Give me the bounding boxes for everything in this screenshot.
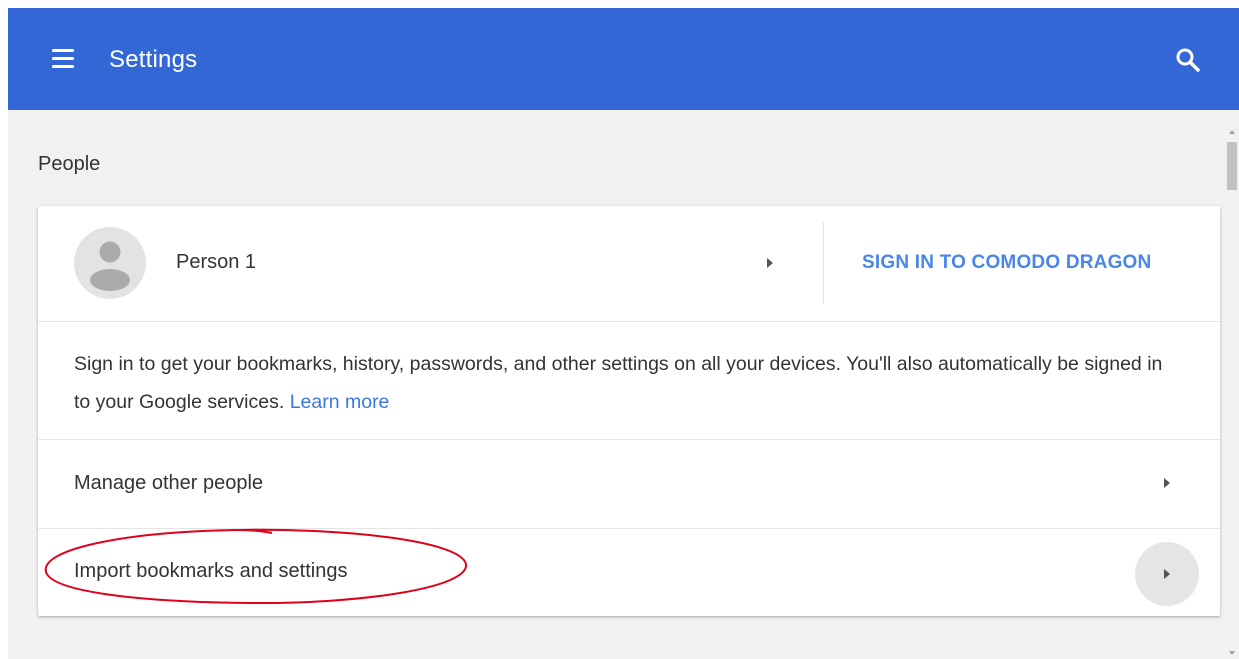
sign-in-button[interactable]: SIGN IN TO COMODO DRAGON — [862, 252, 1151, 274]
scroll-down-arrow-icon[interactable] — [1227, 645, 1237, 655]
manage-other-people-label: Manage other people — [74, 472, 264, 494]
chevron-right-icon — [1164, 569, 1170, 579]
search-icon[interactable] — [1174, 46, 1202, 74]
sign-in-description: Sign in to get your bookmarks, history, … — [38, 321, 1220, 440]
page-title: Settings — [109, 46, 198, 73]
learn-more-link[interactable]: Learn more — [290, 391, 390, 413]
chevron-right-icon[interactable] — [763, 256, 777, 270]
import-bookmarks-label: Import bookmarks and settings — [74, 560, 348, 582]
vertical-scrollbar[interactable] — [1224, 118, 1239, 659]
profile-name[interactable]: Person 1 — [176, 251, 256, 274]
description-body: Sign in to get your bookmarks, history, … — [74, 353, 1163, 413]
chevron-right-icon — [1160, 476, 1174, 490]
manage-other-people-row[interactable]: Manage other people — [38, 439, 1220, 529]
hamburger-menu-icon[interactable] — [52, 49, 74, 69]
import-bookmarks-row[interactable]: Import bookmarks and settings — [38, 528, 1220, 616]
profile-row: Person 1 SIGN IN TO COMODO DRAGON — [38, 206, 1220, 322]
description-text: Sign in to get your bookmarks, history, … — [74, 345, 1164, 421]
people-card: Person 1 SIGN IN TO COMODO DRAGON Sign i… — [38, 206, 1220, 616]
app-header: Settings — [8, 8, 1239, 110]
scroll-up-arrow-icon[interactable] — [1227, 124, 1237, 134]
vertical-divider — [823, 222, 824, 304]
person-avatar-icon — [74, 227, 146, 299]
settings-window: Settings People Person 1 SIGN IN TO COMO… — [8, 8, 1239, 659]
import-arrow-button[interactable] — [1135, 542, 1199, 606]
section-title-people: People — [38, 153, 101, 175]
scrollbar-thumb[interactable] — [1227, 142, 1237, 190]
